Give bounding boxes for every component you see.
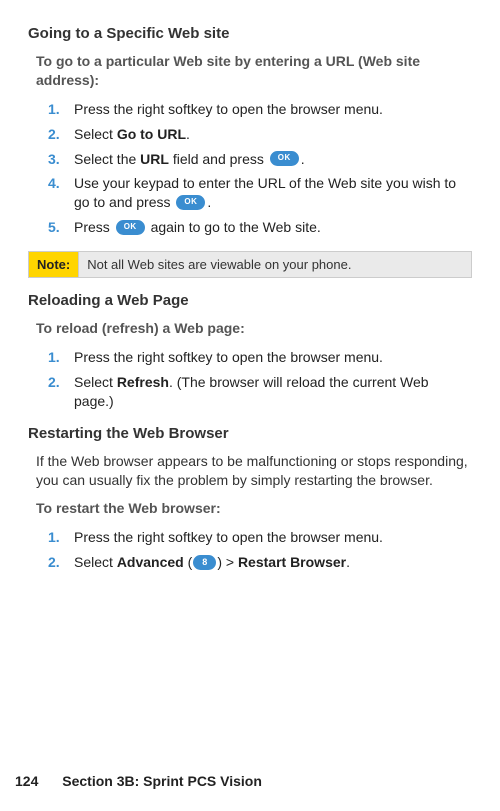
body-restarting-browser: If the Web browser appears to be malfunc… xyxy=(36,452,472,490)
intro-going-to-website: To go to a particular Web site by enteri… xyxy=(36,52,472,90)
step-4: 4. Use your keypad to enter the URL of t… xyxy=(48,174,472,212)
step-text: Press the right softkey to open the brow… xyxy=(74,528,472,547)
section-reloading-page: Reloading a Web Page To reload (refresh)… xyxy=(28,292,472,411)
step-number: 2. xyxy=(48,373,70,392)
step-number: 1. xyxy=(48,528,70,547)
ok-button-icon: OK xyxy=(270,151,299,166)
step-1: 1. Press the right softkey to open the b… xyxy=(48,348,472,367)
step-2: 2. Select Refresh. (The browser will rel… xyxy=(48,373,472,411)
step-5: 5. Press OK again to go to the Web site. xyxy=(48,218,472,237)
steps-going-to-website: 1. Press the right softkey to open the b… xyxy=(48,100,472,237)
step-1: 1. Press the right softkey to open the b… xyxy=(48,100,472,119)
section-restarting-browser: Restarting the Web Browser If the Web br… xyxy=(28,425,472,572)
step-number: 4. xyxy=(48,174,70,193)
intro-restarting-browser: To restart the Web browser: xyxy=(36,499,472,518)
section-going-to-website: Going to a Specific Web site To go to a … xyxy=(28,25,472,237)
key-8-icon: 8 xyxy=(193,555,216,570)
step-number: 3. xyxy=(48,150,70,169)
step-text: Select Refresh. (The browser will reload… xyxy=(74,373,472,411)
ok-button-icon: OK xyxy=(176,195,205,210)
heading-restarting-browser: Restarting the Web Browser xyxy=(28,425,472,442)
step-1: 1. Press the right softkey to open the b… xyxy=(48,528,472,547)
steps-reloading-page: 1. Press the right softkey to open the b… xyxy=(48,348,472,411)
page-number: 124 xyxy=(15,773,38,789)
section-label: Section 3B: Sprint PCS Vision xyxy=(62,773,262,789)
heading-reloading-page: Reloading a Web Page xyxy=(28,292,472,309)
steps-restarting-browser: 1. Press the right softkey to open the b… xyxy=(48,528,472,572)
step-number: 2. xyxy=(48,553,70,572)
note-label: Note: xyxy=(29,252,79,277)
step-2: 2. Select Go to URL. xyxy=(48,125,472,144)
page-footer: 124 Section 3B: Sprint PCS Vision xyxy=(15,773,262,789)
step-2: 2. Select Advanced (8) > Restart Browser… xyxy=(48,553,472,572)
step-3: 3. Select the URL field and press OK. xyxy=(48,150,472,169)
step-text: Press OK again to go to the Web site. xyxy=(74,218,472,237)
step-text: Select Advanced (8) > Restart Browser. xyxy=(74,553,472,572)
heading-going-to-website: Going to a Specific Web site xyxy=(28,25,472,42)
ok-button-icon: OK xyxy=(116,220,145,235)
step-text: Select the URL field and press OK. xyxy=(74,150,472,169)
step-text: Press the right softkey to open the brow… xyxy=(74,348,472,367)
note-content: Not all Web sites are viewable on your p… xyxy=(79,252,471,277)
step-text: Press the right softkey to open the brow… xyxy=(74,100,472,119)
step-number: 5. xyxy=(48,218,70,237)
step-number: 2. xyxy=(48,125,70,144)
note-box: Note: Not all Web sites are viewable on … xyxy=(28,251,472,278)
step-text: Use your keypad to enter the URL of the … xyxy=(74,174,472,212)
intro-reloading-page: To reload (refresh) a Web page: xyxy=(36,319,472,338)
step-number: 1. xyxy=(48,348,70,367)
step-number: 1. xyxy=(48,100,70,119)
step-text: Select Go to URL. xyxy=(74,125,472,144)
